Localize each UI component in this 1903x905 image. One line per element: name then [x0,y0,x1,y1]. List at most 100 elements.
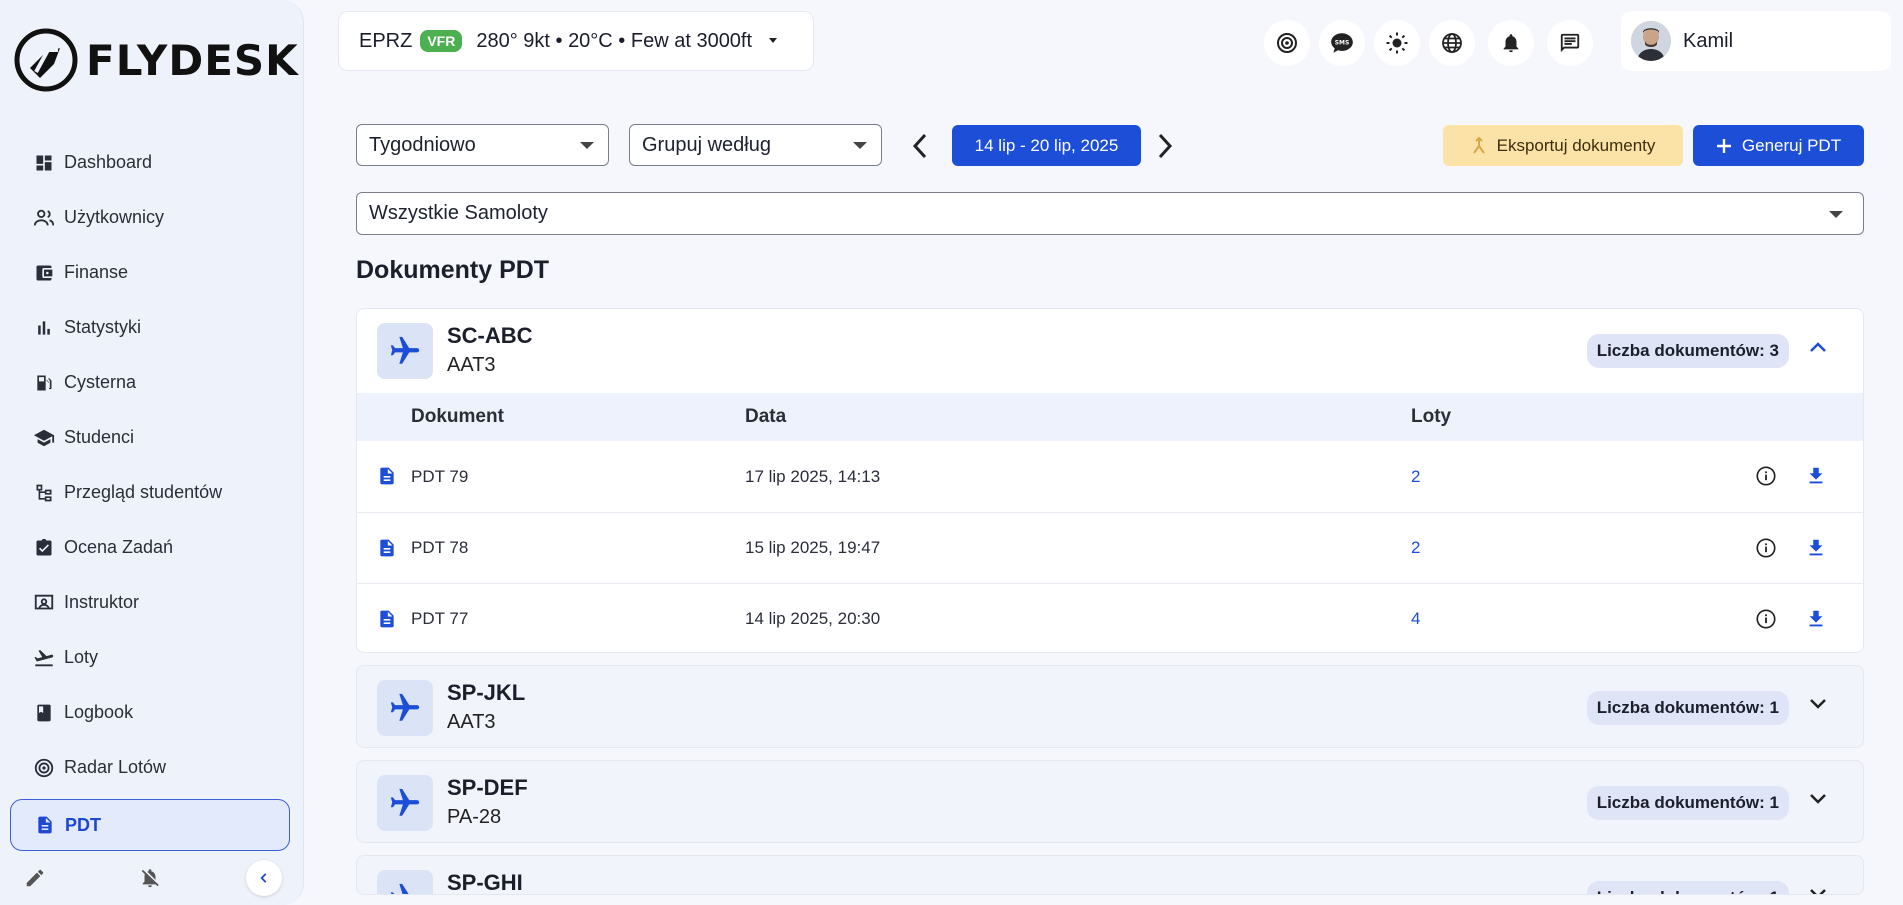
download-icon[interactable] [1805,537,1827,559]
table-row[interactable]: PDT 77 14 lip 2025, 20:30 4 [357,583,1863,652]
document-name: PDT 78 [411,538,469,557]
sidebar-item-label: Ocena Zadań [64,537,174,557]
sidebar-item-label: Instruktor [64,592,140,612]
date-range-button[interactable]: 14 lip - 20 lip, 2025 [952,125,1141,166]
generate-pdt-button[interactable]: Generuj PDT [1693,125,1864,166]
document-date: 17 lip 2025, 14:13 [745,466,881,486]
caret-down-icon [769,38,778,43]
column-header-document: Dokument [411,406,504,427]
sidebar-item-label: PDT [65,814,101,835]
aircraft-card-header[interactable]: SP-JKL AAT3 Liczba dokumentów: 1 [357,666,1863,747]
previous-week-button[interactable] [905,128,935,164]
chevron-down-icon[interactable] [1809,888,1827,895]
sidebar-item-logbook[interactable]: Logbook [10,685,290,740]
collapse-sidebar-button[interactable] [246,860,282,896]
column-header-flights: Loty [1411,406,1452,427]
sidebar-item-label: Finanse [64,262,129,282]
user-menu[interactable]: Kamil [1621,11,1891,71]
sidebar-item-instructor[interactable]: Instruktor [10,575,290,630]
aircraft-card-header[interactable]: SC-ABC AAT3 Liczba dokumentów: 3 [357,309,1863,393]
sidebar-item-label: Dashboard [64,152,153,172]
aircraft-card-header[interactable]: SP-DEF PA-28 Liczba dokumentów: 1 [357,761,1863,842]
aircraft-select[interactable]: Wszystkie Samoloty [356,192,1864,235]
book-icon [32,701,56,725]
next-week-button[interactable] [1150,128,1180,164]
user-name: Kamil [1683,29,1734,52]
sidebar-item-label: Studenci [64,427,135,447]
radar-icon [32,756,56,780]
chevron-up-icon[interactable] [1809,341,1827,353]
aircraft-model: AAT3 [447,354,496,376]
users-icon [32,206,56,230]
theme-toggle-button[interactable] [1374,20,1420,66]
aircraft-card-header[interactable]: SP-GHI Liczba dokumentów: 1 [357,856,1863,895]
period-select[interactable]: Tygodniowo [356,124,609,166]
aircraft-registration: SP-JKL [447,680,526,705]
dropdown-arrow-icon [1829,211,1843,218]
flights-count-link[interactable]: 4 [1411,609,1420,629]
group-by-select[interactable]: Grupuj według [629,124,882,166]
sidebar-item-student-review[interactable]: Przegląd studentów [10,465,290,520]
document-name: PDT 77 [411,609,469,628]
notifications-button[interactable] [1488,20,1534,66]
table-row[interactable]: PDT 79 17 lip 2025, 14:13 2 [357,441,1863,512]
sidebar-item-tank[interactable]: Cysterna [10,355,290,410]
aircraft-registration: SP-GHI [447,870,523,895]
download-icon[interactable] [1805,608,1827,630]
weather-summary: 280° 9kt • 20°C • Few at 3000ft [476,29,753,52]
edit-icon[interactable] [24,867,46,889]
sms-button[interactable]: SMS [1319,20,1365,66]
sidebar-item-pdt[interactable]: PDT [10,799,290,851]
download-icon[interactable] [1805,465,1827,487]
sidebar-item-students[interactable]: Studenci [10,410,290,465]
sidebar-item-task-grading[interactable]: Ocena Zadań [10,520,290,575]
sidebar-item-flight-radar[interactable]: Radar Lotów [10,740,290,795]
airplane-icon [377,323,433,379]
wallet-icon [32,261,56,285]
messages-button[interactable] [1547,20,1593,66]
chevron-down-icon[interactable] [1809,793,1827,805]
sms-icon: SMS [1331,33,1353,53]
clipboard-check-icon [32,536,56,560]
aircraft-select-value: Wszystkie Samoloty [369,202,548,224]
flights-count-link[interactable]: 2 [1411,467,1420,487]
airplane-icon [377,870,433,894]
toolbar-icons: SMS [1264,20,1602,66]
info-icon[interactable] [1755,537,1777,559]
radar-button[interactable] [1264,20,1310,66]
sidebar-item-flights[interactable]: Loty [10,630,290,685]
sidebar-item-statistics[interactable]: Statystyki [10,300,290,355]
chevron-left-icon [260,873,267,883]
globe-icon [1442,33,1462,53]
aircraft-model: PA-28 [447,806,502,828]
app-logo[interactable]: FLYDESK [14,28,299,92]
weather-widget[interactable]: EPRZ VFR 280° 9kt • 20°C • Few at 3000ft [338,11,814,71]
page-title: Dokumenty PDT [356,256,550,284]
chevron-down-icon[interactable] [1809,698,1827,710]
document-icon [380,539,394,557]
sidebar-item-label: Cysterna [64,372,137,392]
sidebar-item-dashboard[interactable]: Dashboard [10,135,290,190]
info-icon[interactable] [1755,608,1777,630]
flights-count-link[interactable]: 2 [1411,538,1420,558]
document-icon [380,467,394,485]
document-count-badge: Liczba dokumentów: 1 [1586,691,1789,725]
aircraft-card: SP-GHI Liczba dokumentów: 1 [356,855,1864,895]
sidebar-item-label: Użytkownicy [64,207,165,227]
export-documents-button[interactable]: Eksportuj dokumenty [1443,125,1683,166]
generate-pdt-label: Generuj PDT [1741,135,1842,155]
document-name: PDT 79 [411,466,469,486]
aircraft-registration: SP-DEF [447,775,528,800]
language-button[interactable] [1429,20,1475,66]
notifications-off-icon[interactable] [139,867,161,889]
sidebar-item-users[interactable]: Użytkownicy [10,190,290,245]
dashboard-icon [32,151,56,175]
radar-icon [1277,33,1297,53]
table-body: PDT 79 17 lip 2025, 14:13 2 PDT 78 15 li… [357,441,1863,652]
sidebar-item-label: Przegląd studentów [64,482,223,502]
info-icon[interactable] [1755,465,1777,487]
aircraft-card: SC-ABC AAT3 Liczba dokumentów: 3 Dokumen… [356,308,1864,653]
sidebar: FLYDESK Dashboard Użytkownicy Finanse St… [0,0,304,905]
table-row[interactable]: PDT 78 15 lip 2025, 19:47 2 [357,512,1863,583]
sidebar-item-finance[interactable]: Finanse [10,245,290,300]
